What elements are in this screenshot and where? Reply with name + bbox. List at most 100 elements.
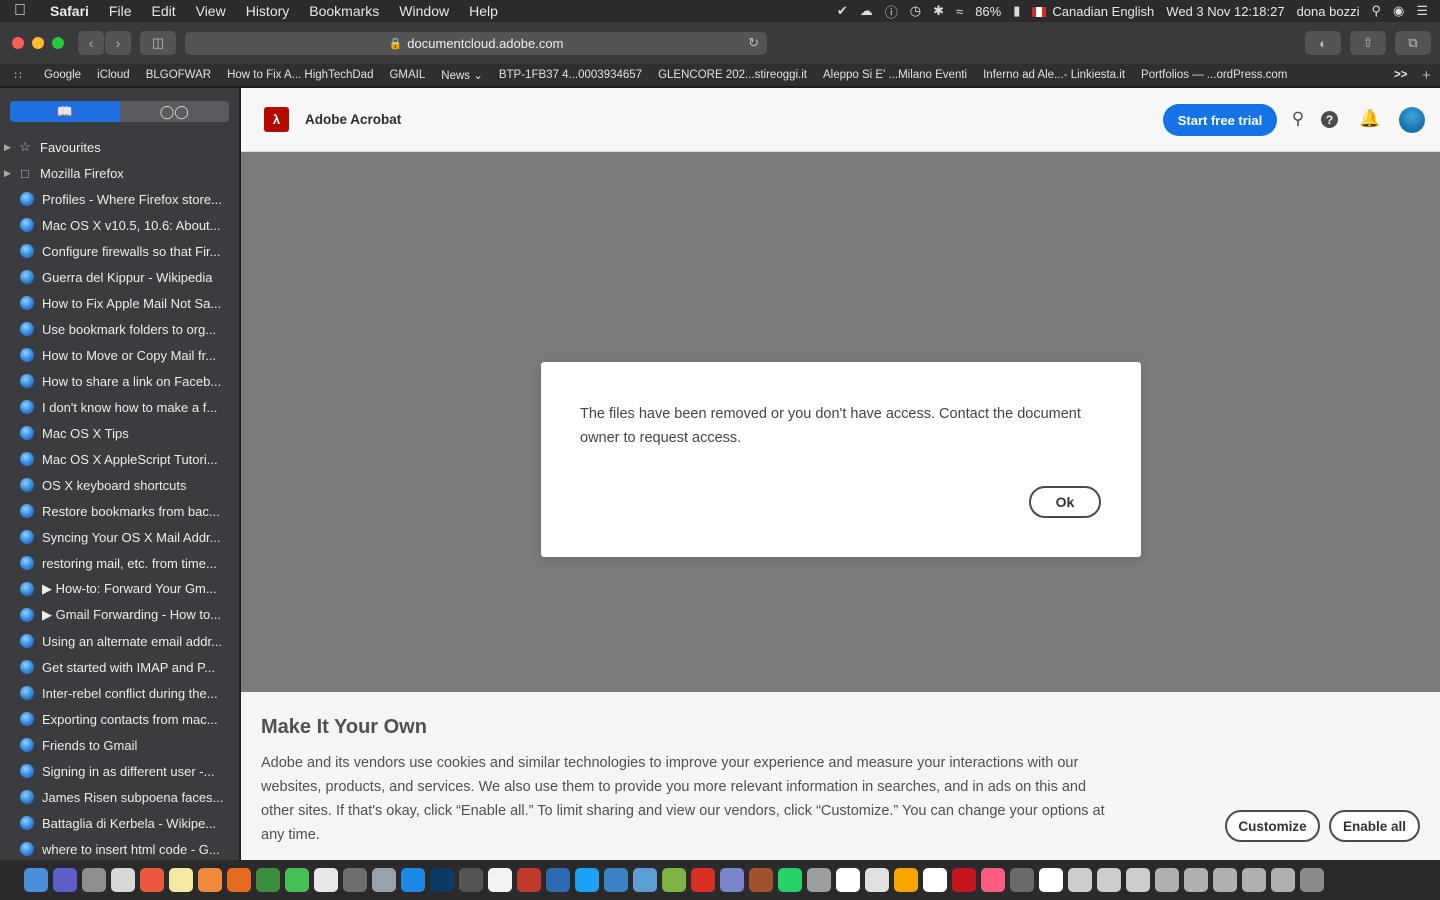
menu-safari[interactable]: Safari: [40, 3, 99, 19]
battery-percent[interactable]: 86%: [975, 4, 1001, 19]
sidebar-bookmark-item[interactable]: Use bookmark folders to org...: [0, 316, 239, 342]
dock-app-icon[interactable]: [140, 868, 164, 892]
dock-app-icon[interactable]: [923, 868, 947, 892]
dock-app-icon[interactable]: [691, 868, 715, 892]
dock-app-icon[interactable]: [1010, 868, 1034, 892]
notification-center-icon[interactable]: ☰: [1416, 3, 1428, 19]
dock-app-icon[interactable]: [1126, 868, 1150, 892]
sidebar-bookmark-item[interactable]: Exporting contacts from mac...: [0, 706, 239, 732]
favourite-link[interactable]: GLENCORE 202...stireoggi.it: [650, 69, 815, 81]
sidebar-toggle-button[interactable]: ◫: [140, 31, 176, 55]
dock-app-icon[interactable]: [604, 868, 628, 892]
reading-list-tab[interactable]: ◯◯: [119, 101, 229, 122]
dock-app-icon[interactable]: [749, 868, 773, 892]
sidebar-bookmark-item[interactable]: How to Move or Copy Mail fr...: [0, 342, 239, 368]
avatar[interactable]: [1399, 107, 1425, 133]
minimize-window-button[interactable]: [32, 37, 44, 49]
favourite-link[interactable]: News ⌄: [433, 68, 491, 82]
enable-all-button[interactable]: Enable all: [1329, 810, 1420, 842]
dock-app-icon[interactable]: [53, 868, 77, 892]
dock-app-icon[interactable]: [778, 868, 802, 892]
dock-app-icon[interactable]: [459, 868, 483, 892]
dock-app-icon[interactable]: [1097, 868, 1121, 892]
menu-view[interactable]: View: [186, 3, 236, 19]
input-source[interactable]: Canadian English: [1032, 4, 1154, 19]
dock-app-icon[interactable]: [1213, 868, 1237, 892]
checkmark-status-icon[interactable]: ✔: [837, 3, 848, 19]
accessibility-icon[interactable]: ⓘ: [885, 2, 898, 21]
favourite-link[interactable]: Aleppo Si E' ...Milano Eventi: [815, 69, 975, 81]
sidebar-bookmark-item[interactable]: ▶ How-to: Forward Your Gm...: [0, 576, 239, 602]
start-free-trial-button[interactable]: Start free trial: [1163, 104, 1277, 136]
close-window-button[interactable]: [12, 37, 24, 49]
sidebar-bookmark-item[interactable]: Profiles - Where Firefox store...: [0, 186, 239, 212]
favourite-link[interactable]: Google: [36, 69, 89, 81]
dock-app-icon[interactable]: [865, 868, 889, 892]
menu-history[interactable]: History: [236, 3, 300, 19]
sidebar-bookmark-item[interactable]: Inter-rebel conflict during the...: [0, 680, 239, 706]
sidebar-bookmark-item[interactable]: Syncing Your OS X Mail Addr...: [0, 524, 239, 550]
dock-app-icon[interactable]: [546, 868, 570, 892]
reload-icon[interactable]: ↻: [748, 35, 759, 51]
sidebar-bookmark-item[interactable]: Mac OS X Tips: [0, 420, 239, 446]
favourite-link[interactable]: BTP-1FB37 4...0003934657: [491, 69, 650, 81]
bell-icon[interactable]: 🔔: [1359, 109, 1380, 129]
dock-app-icon[interactable]: [807, 868, 831, 892]
dock-app-icon[interactable]: [430, 868, 454, 892]
dock-app-icon[interactable]: [633, 868, 657, 892]
clock[interactable]: Wed 3 Nov 12:18:27: [1166, 4, 1284, 19]
sidebar-bookmark-item[interactable]: Guerra del Kippur - Wikipedia: [0, 264, 239, 290]
sidebar-bookmark-item[interactable]: ▶ Gmail Forwarding - How to...: [0, 602, 239, 628]
dock-app-icon[interactable]: [720, 868, 744, 892]
sidebar-bookmark-item[interactable]: Mac OS X v10.5, 10.6: About...: [0, 212, 239, 238]
dock-app-icon[interactable]: [894, 868, 918, 892]
sidebar-bookmark-item[interactable]: Using an alternate email addr...: [0, 628, 239, 654]
sidebar-bookmark-item[interactable]: Signing in as different user -...: [0, 758, 239, 784]
dock-app-icon[interactable]: [24, 868, 48, 892]
dock-app-icon[interactable]: [401, 868, 425, 892]
apple-menu-icon[interactable]: : [0, 2, 40, 20]
dock-app-icon[interactable]: [1300, 868, 1324, 892]
sidebar-bookmark-item[interactable]: James Risen subpoena faces...: [0, 784, 239, 810]
share-button[interactable]: ⇧: [1350, 31, 1386, 55]
dock-app-icon[interactable]: [169, 868, 193, 892]
dock-app-icon[interactable]: [1068, 868, 1092, 892]
grid-icon[interactable]: ∷: [0, 68, 36, 82]
menu-window[interactable]: Window: [389, 3, 459, 19]
menu-file[interactable]: File: [99, 3, 142, 19]
menu-help[interactable]: Help: [459, 3, 508, 19]
time-machine-icon[interactable]: ◷: [910, 3, 921, 19]
dock-app-icon[interactable]: [227, 868, 251, 892]
favourite-link[interactable]: How to Fix A... HighTechDad: [219, 69, 381, 81]
sidebar-bookmark-item[interactable]: Configure firewalls so that Fir...: [0, 238, 239, 264]
privacy-shield-button[interactable]: ◐: [1305, 31, 1341, 55]
bluetooth-icon[interactable]: ✱: [933, 3, 944, 19]
dock-app-icon[interactable]: [314, 868, 338, 892]
sidebar-bookmark-item[interactable]: Mac OS X AppleScript Tutori...: [0, 446, 239, 472]
dock-app-icon[interactable]: [82, 868, 106, 892]
sidebar-bookmark-item[interactable]: OS X keyboard shortcuts: [0, 472, 239, 498]
sidebar-folder-mozilla-firefox[interactable]: ▶ □ Mozilla Firefox: [0, 160, 239, 186]
sidebar-bookmark-item[interactable]: I don't know how to make a f...: [0, 394, 239, 420]
dock-app-icon[interactable]: [517, 868, 541, 892]
favourite-link[interactable]: iCloud: [89, 69, 138, 81]
sidebar-folder-favourites[interactable]: ▶ ☆ Favourites: [0, 134, 239, 160]
sidebar-bookmark-item[interactable]: How to Fix Apple Mail Not Sa...: [0, 290, 239, 316]
sidebar-bookmark-item[interactable]: Battaglia di Kerbela - Wikipe...: [0, 810, 239, 836]
dock-app-icon[interactable]: [952, 868, 976, 892]
dock-app-icon[interactable]: [1184, 868, 1208, 892]
dock-app-icon[interactable]: [111, 868, 135, 892]
favourite-link[interactable]: Portfolios — ...ordPress.com: [1133, 69, 1295, 81]
sidebar-bookmark-item[interactable]: Friends to Gmail: [0, 732, 239, 758]
dock-app-icon[interactable]: [372, 868, 396, 892]
back-button[interactable]: ‹: [78, 31, 104, 55]
dock-app-icon[interactable]: [662, 868, 686, 892]
dock-app-icon[interactable]: [981, 868, 1005, 892]
bookmarks-tab[interactable]: 📖: [10, 101, 120, 122]
disclosure-triangle-icon[interactable]: ▶: [4, 168, 16, 179]
sidebar-bookmark-item[interactable]: How to share a link on Faceb...: [0, 368, 239, 394]
favourite-link[interactable]: Inferno ad Ale...- Linkiesta.it: [975, 69, 1133, 81]
creative-cloud-icon[interactable]: ☁: [860, 3, 873, 19]
dock-app-icon[interactable]: [1039, 868, 1063, 892]
help-icon[interactable]: ?: [1321, 111, 1338, 128]
